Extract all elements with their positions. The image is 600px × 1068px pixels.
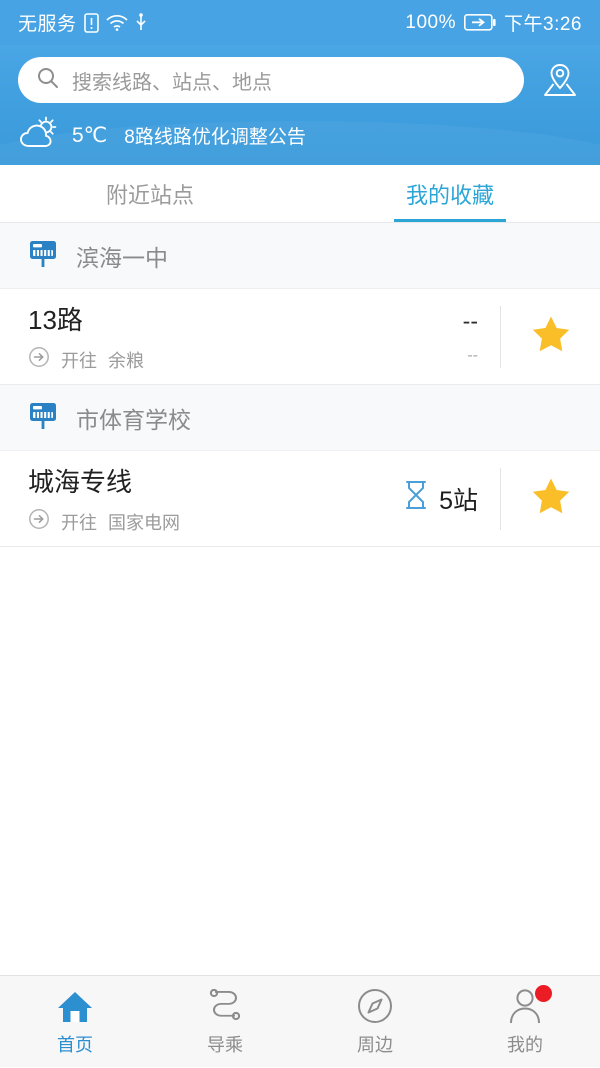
person-icon [507,984,552,1025]
nav-item-route-guide[interactable]: 导乘 [150,976,300,1067]
route-info: 13路 开往 余粮 [28,300,350,373]
bottom-nav-bar: 首页 导乘 周边 我的 [0,975,600,1067]
app-header: 搜索线路、站点、地点 5℃ 8路线路优化调整公告 [0,45,600,165]
route-info: 城海专线 开往 国家电网 [28,462,350,535]
route-direction-label: 余粮 [108,350,144,371]
table-row[interactable]: 城海专线 开往 国家电网 5站 [0,451,600,547]
nav-item-profile[interactable]: 我的 [450,976,600,1067]
bus-stop-sign-icon [26,236,60,275]
route-direction-prefix: 开往 [61,350,97,371]
search-icon [36,66,60,95]
status-bar-left: 无服务 [18,9,147,36]
route-status-label: 5站 [439,486,478,515]
nav-item-home[interactable]: 首页 [0,976,150,1067]
search-input[interactable]: 搜索线路、站点、地点 [18,57,524,103]
temperature-label: 5℃ [72,124,108,147]
station-header[interactable]: 市体育学校 [0,385,600,451]
route-status-sub-label: -- [467,347,478,364]
route-direction: 开往 国家电网 [28,508,350,535]
status-bar-right: 100% 下午3:26 [405,9,582,36]
star-filled-icon [528,311,574,362]
route-status-label: -- [462,308,478,334]
sim-alert-icon [83,12,99,33]
nav-item-profile-label: 我的 [507,1034,543,1055]
home-icon [55,987,95,1025]
status-bar: 无服务 100% 下午3:26 [0,0,600,45]
station-header[interactable]: 滨海一中 [0,223,600,289]
route-direction-label: 国家电网 [108,512,180,533]
favorite-toggle[interactable] [500,305,600,368]
weather-notice-row[interactable]: 5℃ 8路线路优化调整公告 [18,116,582,155]
tab-my-favorites-label: 我的收藏 [405,182,494,208]
hourglass-icon [403,480,429,517]
route-status: -- -- [350,308,500,365]
station-name-label: 市体育学校 [76,406,191,433]
arrow-circle-right-icon [28,508,50,535]
search-placeholder: 搜索线路、站点、地点 [72,71,272,94]
clock-label: 下午3:26 [504,14,582,35]
tab-nearby-stations-label: 附近站点 [105,182,194,208]
station-name-label: 滨海一中 [76,244,168,271]
wifi-icon [105,14,128,32]
battery-percent-label: 100% [405,11,457,33]
nav-item-home-label: 首页 [57,1034,93,1055]
route-status-row: 5站 [403,480,478,517]
table-row[interactable]: 13路 开往 余粮 -- -- [0,289,600,385]
star-filled-icon [528,473,574,524]
favorite-toggle[interactable] [500,467,600,530]
route-name-label: 13路 [28,305,83,335]
tab-my-favorites[interactable]: 我的收藏 [300,165,600,222]
route-path-icon [203,987,247,1025]
nav-item-nearby-label: 周边 [357,1034,393,1055]
route-status: 5站 [350,480,500,517]
usb-icon [135,13,147,32]
route-direction: 开往 余粮 [28,346,350,373]
carrier-label: 无服务 [18,14,77,35]
arrow-circle-right-icon [28,346,50,373]
search-row: 搜索线路、站点、地点 [18,57,582,103]
favorites-list[interactable]: 滨海一中 13路 开往 余粮 -- -- 市体育学校 城海专线 开往 国家电网 … [0,223,600,1068]
route-name-label: 城海专线 [28,467,133,497]
notice-label[interactable]: 8路线路优化调整公告 [124,122,306,149]
notification-badge [535,984,552,1002]
compass-icon [356,987,394,1025]
tab-nearby-stations[interactable]: 附近站点 [0,165,300,222]
route-direction-prefix: 开往 [61,512,97,533]
bus-stop-sign-icon [26,398,60,437]
nav-item-nearby[interactable]: 周边 [300,976,450,1067]
nav-item-route-guide-label: 导乘 [207,1034,243,1055]
partly-cloudy-icon [18,116,60,155]
tab-bar: 附近站点 我的收藏 [0,165,600,223]
map-pin-icon[interactable] [538,58,582,102]
battery-charging-icon [464,14,496,31]
